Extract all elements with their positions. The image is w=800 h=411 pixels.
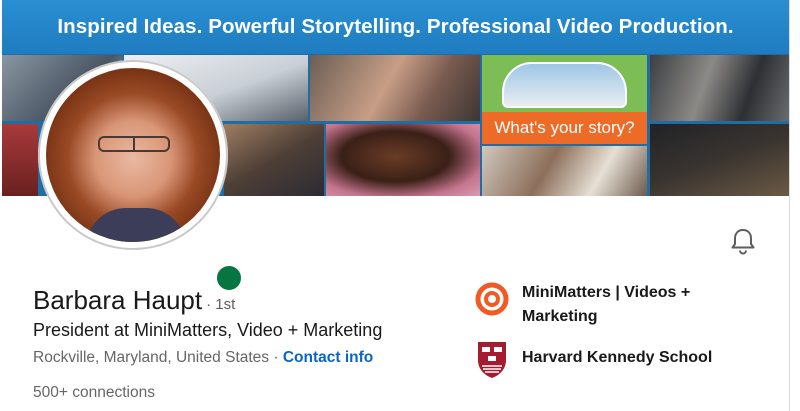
harvard-shield-logo [474, 340, 510, 378]
banner-photo [650, 55, 789, 121]
org-name: Harvard Kennedy School [522, 349, 713, 366]
banner-photo [326, 124, 480, 196]
banner-tagline: Inspired Ideas. Powerful Storytelling. P… [2, 0, 789, 54]
profile-name: Barbara Haupt [33, 285, 203, 315]
shirt-detail [86, 208, 186, 242]
connection-degree-badge: · 1st [206, 296, 236, 313]
connections-count[interactable]: 500+ connections [33, 384, 155, 402]
profile-card: Inspired Ideas. Powerful Storytelling. P… [2, 0, 790, 411]
profile-photo-frame[interactable] [38, 60, 245, 294]
location-row: Rockville, Maryland, United States · Con… [33, 349, 373, 367]
bell-icon[interactable] [728, 226, 758, 256]
profile-headline: President at MiniMatters, Video + Market… [33, 320, 383, 340]
minimatters-logo [474, 281, 510, 317]
banner-story-callout: What's your story? [482, 112, 647, 144]
banner-photo [310, 55, 480, 121]
org-minimatters[interactable]: MiniMatters | Videos + Marketing [474, 281, 722, 329]
profile-location: Rockville, Maryland, United States · [33, 349, 279, 366]
glasses-detail [98, 136, 170, 152]
avatar[interactable] [46, 68, 220, 242]
banner-photo [482, 146, 647, 196]
car-illustration [502, 62, 627, 108]
banner-photo [2, 124, 38, 196]
org-name: MiniMatters | Videos + Marketing [522, 284, 691, 325]
contact-info-link[interactable]: Contact info [283, 349, 373, 366]
banner-photo [650, 124, 789, 196]
org-harvard[interactable]: Harvard Kennedy School [474, 340, 722, 378]
name-row: Barbara Haupt · 1st [33, 285, 235, 316]
banner-photo [224, 124, 324, 196]
